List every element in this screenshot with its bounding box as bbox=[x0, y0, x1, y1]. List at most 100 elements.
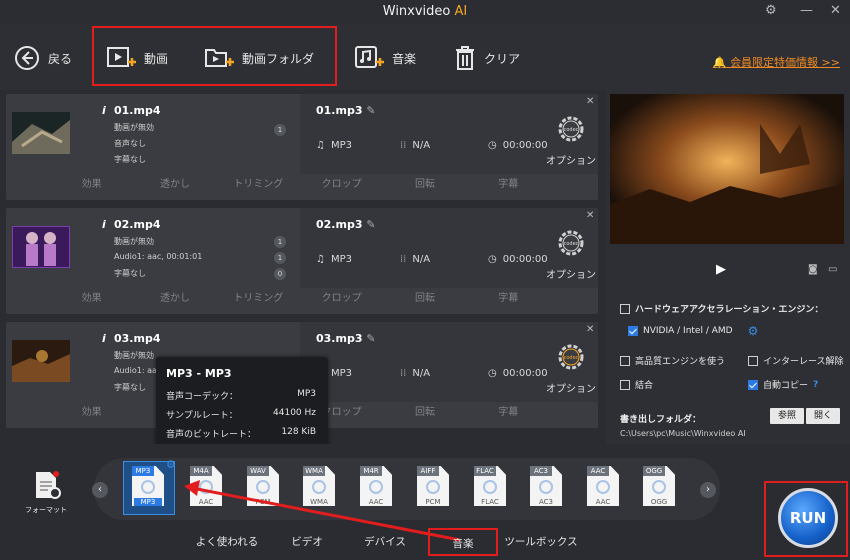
subtitle-button[interactable]: 字幕 bbox=[467, 404, 550, 422]
help-icon[interactable]: ? bbox=[813, 380, 818, 390]
codec-gear-icon[interactable]: codec bbox=[556, 114, 586, 144]
format-option-ac3[interactable]: AC3 AC3 bbox=[526, 466, 566, 514]
checkbox-box[interactable] bbox=[620, 303, 630, 314]
add-music-button[interactable]: 音楽 bbox=[354, 42, 416, 74]
pencil-icon[interactable]: ✎ bbox=[366, 332, 375, 345]
settings-gear-icon[interactable]: ⚙ bbox=[748, 324, 759, 338]
info-icon[interactable]: i bbox=[102, 332, 106, 345]
trim-button[interactable]: トリミング bbox=[217, 290, 300, 308]
format-option-ogg[interactable]: OGG OGG bbox=[639, 466, 679, 514]
audio-track[interactable]: Audio1: aac, 00:01:01 bbox=[114, 252, 202, 261]
effect-button[interactable]: 効果 bbox=[50, 176, 133, 194]
tab-common[interactable]: よく使われる bbox=[186, 528, 268, 556]
browse-button[interactable]: 参照 bbox=[770, 408, 805, 424]
trim-button[interactable]: トリミング bbox=[217, 176, 300, 194]
subtitle-track: 字幕なし bbox=[114, 155, 146, 164]
settings-icon[interactable]: ⚙ bbox=[765, 3, 777, 18]
format-option-mp3[interactable]: MP3 MP3 bbox=[128, 466, 168, 514]
output-resolution: ⁞⁞ N/A bbox=[400, 250, 430, 268]
subtitle-button[interactable]: 字幕 bbox=[467, 290, 550, 308]
option-button[interactable]: オプション bbox=[546, 380, 596, 395]
back-button[interactable]: 戻る bbox=[14, 42, 72, 74]
hq-engine-label: 高品質エンジンを使う bbox=[635, 357, 726, 367]
prev-format-arrow[interactable]: ‹ bbox=[92, 482, 108, 498]
pencil-icon[interactable]: ✎ bbox=[366, 104, 375, 117]
effect-button[interactable]: 効果 bbox=[50, 290, 133, 308]
remove-task-icon[interactable]: ✕ bbox=[586, 96, 594, 107]
minimize-icon[interactable]: — bbox=[800, 3, 813, 18]
output-filename[interactable]: 03.mp3 ✎ bbox=[316, 332, 376, 345]
format-option-flac[interactable]: FLAC FLAC bbox=[470, 466, 510, 514]
track-count-badge: 1 bbox=[274, 236, 286, 248]
music-note-icon: ♫ bbox=[316, 139, 325, 151]
crop-button[interactable]: クロップ bbox=[300, 290, 383, 308]
merge-checkbox[interactable]: 結合 bbox=[620, 378, 653, 391]
pencil-icon[interactable]: ✎ bbox=[366, 218, 375, 231]
tab-toolbox[interactable]: ツールボックス bbox=[502, 528, 580, 556]
checkbox-box[interactable] bbox=[748, 379, 758, 390]
subtitle-count-badge: 0 bbox=[274, 268, 286, 280]
format-option-aac[interactable]: AAC AAC bbox=[583, 466, 623, 514]
info-icon[interactable]: i bbox=[102, 218, 106, 231]
run-button[interactable]: RUN bbox=[778, 488, 838, 548]
clock-icon: ◷ bbox=[488, 253, 497, 265]
option-button[interactable]: オプション bbox=[546, 266, 596, 281]
play-icon[interactable]: ▶ bbox=[716, 262, 726, 277]
task-row[interactable]: i 02.mp4 動画が無効 Audio1: aac, 00:01:01 字幕な… bbox=[6, 208, 598, 314]
add-folder-button[interactable]: 動画フォルダ bbox=[204, 42, 314, 74]
info-icon[interactable]: i bbox=[102, 104, 106, 117]
checkbox-box[interactable] bbox=[620, 379, 630, 390]
output-format-text: MP3 bbox=[330, 139, 352, 151]
tooltip-key: 音声のビットレート： bbox=[166, 430, 257, 440]
codec-gear-icon[interactable]: codec bbox=[556, 228, 586, 258]
remove-task-icon[interactable]: ✕ bbox=[586, 324, 594, 335]
format-settings-button[interactable]: フォーマット bbox=[24, 470, 68, 515]
format-tag: AC3 bbox=[530, 466, 552, 476]
option-button[interactable]: オプション bbox=[546, 152, 596, 167]
hw-accel-checkbox[interactable]: ハードウェアアクセラレーション・エンジン： bbox=[620, 302, 823, 315]
format-label: フォーマット bbox=[25, 506, 67, 514]
checkbox-box[interactable] bbox=[620, 355, 630, 366]
trash-icon bbox=[456, 46, 474, 70]
remove-task-icon[interactable]: ✕ bbox=[586, 210, 594, 221]
checkbox-box[interactable] bbox=[628, 326, 638, 336]
autocopy-checkbox[interactable]: 自動コピー? bbox=[748, 378, 818, 391]
add-folder-label: 動画フォルダ bbox=[242, 51, 315, 66]
add-video-icon bbox=[107, 47, 136, 67]
subtitle-button[interactable]: 字幕 bbox=[467, 176, 550, 194]
rotate-button[interactable]: 回転 bbox=[383, 176, 466, 194]
output-filename-text: 02.mp3 bbox=[316, 218, 363, 231]
crop-button[interactable]: クロップ bbox=[300, 176, 383, 194]
codec-gear-icon[interactable]: codec bbox=[556, 342, 586, 372]
hq-engine-checkbox[interactable]: 高品質エンジンを使う bbox=[620, 354, 725, 367]
member-offer-link[interactable]: 🔔 会員限定特価情報 >> bbox=[713, 54, 840, 70]
merge-label: 結合 bbox=[635, 381, 654, 391]
folder-icon[interactable]: ▭ bbox=[828, 264, 837, 275]
watermark-button[interactable]: 透かし bbox=[133, 290, 216, 308]
nvidia-checkbox[interactable]: NVIDIA / Intel / AMD ⚙ bbox=[628, 324, 758, 338]
deinterlace-label: インターレース解除 bbox=[763, 357, 844, 367]
tab-music[interactable]: 音楽 bbox=[428, 528, 498, 556]
rotate-button[interactable]: 回転 bbox=[383, 290, 466, 308]
rotate-button[interactable]: 回転 bbox=[383, 404, 466, 422]
format-codec: FLAC bbox=[481, 498, 499, 506]
effect-button[interactable]: 効果 bbox=[50, 404, 133, 422]
output-format-text: MP3 bbox=[330, 367, 352, 379]
watermark-button[interactable]: 透かし bbox=[133, 176, 216, 194]
output-filename[interactable]: 02.mp3 ✎ bbox=[316, 218, 376, 231]
task-row[interactable]: i 01.mp4 動画が無効 音声なし 字幕なし 1 01.mp3 ✎ ♫ MP3… bbox=[6, 94, 598, 200]
tab-video[interactable]: ビデオ bbox=[268, 528, 346, 556]
clear-label: クリア bbox=[484, 51, 521, 66]
output-format: ♫ MP3 bbox=[316, 250, 352, 268]
close-icon[interactable]: ✕ bbox=[830, 3, 841, 18]
hw-accel-label: ハードウェアアクセラレーション・エンジン： bbox=[635, 305, 824, 315]
tab-device[interactable]: デバイス bbox=[346, 528, 424, 556]
next-format-arrow[interactable]: › bbox=[700, 482, 716, 498]
output-filename[interactable]: 01.mp3 ✎ bbox=[316, 104, 376, 117]
add-video-button[interactable]: 動画 bbox=[106, 42, 168, 74]
deinterlace-checkbox[interactable]: インターレース解除 bbox=[748, 354, 844, 367]
checkbox-box[interactable] bbox=[748, 355, 758, 366]
snapshot-icon[interactable]: ◙ bbox=[808, 264, 818, 275]
open-folder-button[interactable]: 開く bbox=[806, 408, 841, 424]
clear-button[interactable]: クリア bbox=[454, 42, 520, 74]
